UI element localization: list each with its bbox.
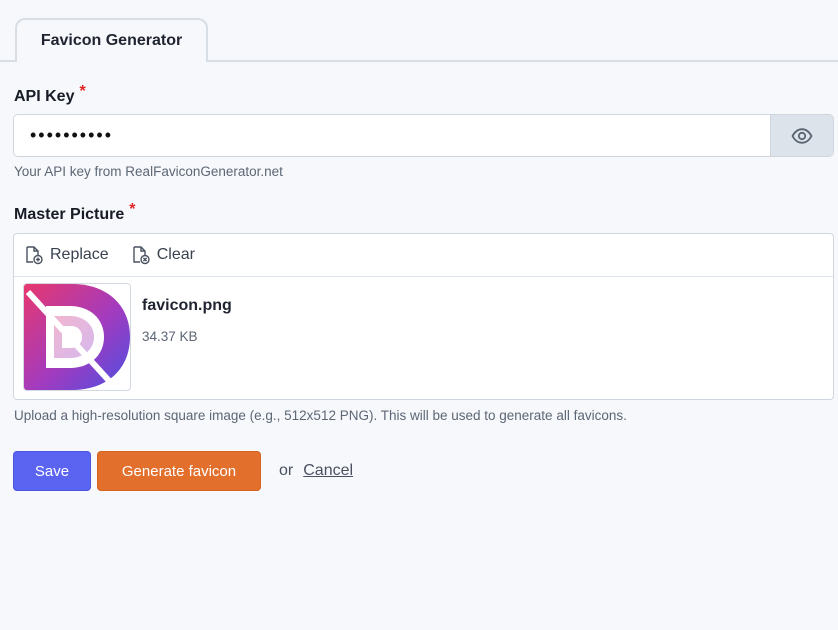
upload-toolbar: Replace Clear xyxy=(14,234,833,277)
replace-label: Replace xyxy=(50,246,109,263)
master-picture-label: Master Picture * xyxy=(14,201,136,224)
api-key-label-text: API Key xyxy=(14,88,75,105)
clear-button[interactable]: Clear xyxy=(131,245,195,265)
toggle-visibility-button[interactable] xyxy=(770,115,833,156)
or-separator: or xyxy=(279,462,294,479)
api-key-label: API Key * xyxy=(14,83,86,106)
required-indicator: * xyxy=(129,201,136,218)
cancel-link[interactable]: Cancel xyxy=(303,462,353,480)
form-actions: Save Generate favicon or Cancel xyxy=(13,451,353,491)
generate-favicon-button[interactable]: Generate favicon xyxy=(97,451,261,491)
file-size: 34.37 KB xyxy=(142,329,198,344)
tab-label: Favicon Generator xyxy=(40,32,183,49)
save-button[interactable]: Save xyxy=(13,451,91,491)
master-picture-label-text: Master Picture xyxy=(14,206,125,223)
file-name: favicon.png xyxy=(142,297,232,314)
master-picture-help: Upload a high-resolution square image (e… xyxy=(14,408,627,423)
file-upload-box: Replace Clear favicon.png 34.37 KB xyxy=(13,233,834,400)
file-add-icon xyxy=(26,246,43,265)
api-key-help: Your API key from RealFaviconGenerator.n… xyxy=(14,164,283,179)
api-key-input[interactable]: •••••••••• xyxy=(14,115,770,156)
file-clear-icon xyxy=(133,246,150,265)
tab-bar: Favicon Generator xyxy=(0,0,838,62)
replace-button[interactable]: Replace xyxy=(24,245,109,265)
required-indicator: * xyxy=(79,83,86,100)
api-key-field[interactable]: •••••••••• xyxy=(13,114,834,157)
eye-icon xyxy=(791,127,813,144)
clear-label: Clear xyxy=(156,246,195,263)
tab-favicon-generator[interactable]: Favicon Generator xyxy=(15,18,208,62)
favicon-logo-image xyxy=(24,284,130,390)
favicon-thumbnail xyxy=(23,283,131,391)
